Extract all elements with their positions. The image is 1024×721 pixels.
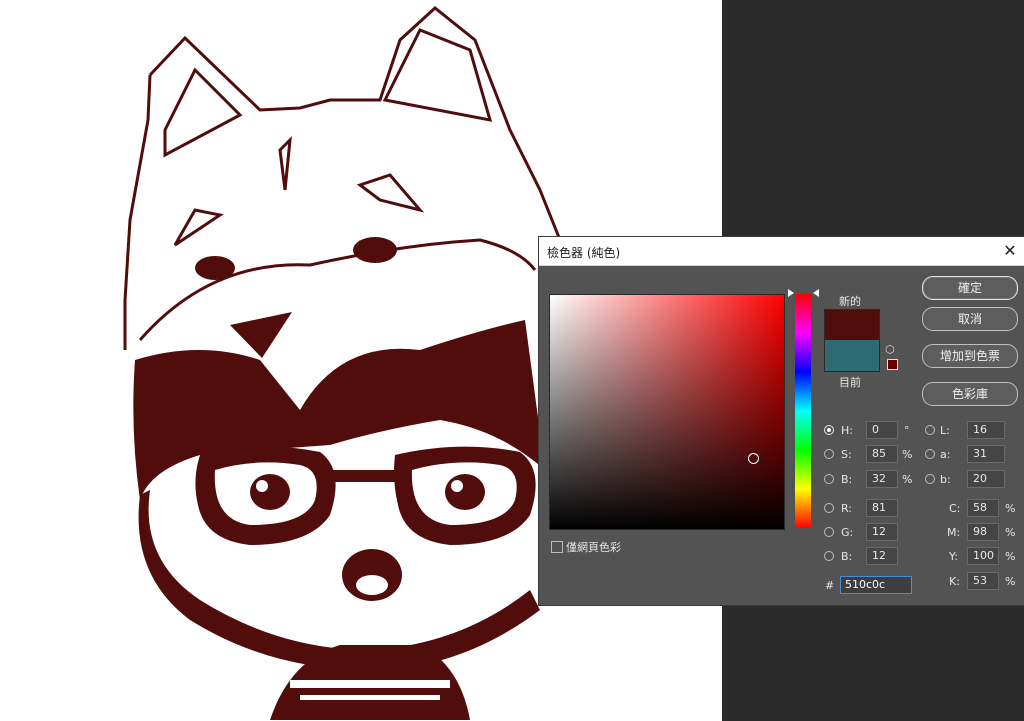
- radio-r[interactable]: [824, 503, 834, 513]
- unit-m: %: [1005, 526, 1016, 539]
- dialog-title: 檢色器 (純色): [547, 246, 621, 260]
- input-y[interactable]: 100: [967, 547, 999, 565]
- label-s: S:: [841, 448, 852, 461]
- label-k: K:: [949, 575, 960, 588]
- cancel-button[interactable]: 取消: [922, 307, 1018, 331]
- radio-h[interactable]: [824, 425, 834, 435]
- hex-input[interactable]: 510c0c: [840, 576, 912, 594]
- radio-b[interactable]: [824, 474, 834, 484]
- dialog-titlebar[interactable]: 檢色器 (純色) ✕: [539, 237, 1024, 266]
- label-m: M:: [947, 526, 961, 539]
- input-b[interactable]: 32: [866, 470, 898, 488]
- input-s[interactable]: 85: [866, 445, 898, 463]
- input-c[interactable]: 58: [967, 499, 999, 517]
- unit-b: %: [902, 473, 913, 486]
- color-field-cursor[interactable]: [748, 453, 759, 464]
- hue-slider[interactable]: [795, 294, 811, 528]
- radio-g[interactable]: [824, 527, 834, 537]
- unit-k: %: [1005, 575, 1016, 588]
- color-field[interactable]: [549, 294, 785, 530]
- radio-lab-b[interactable]: [925, 474, 935, 484]
- current-color-swatch[interactable]: [824, 340, 880, 372]
- unit-s: %: [902, 448, 913, 461]
- label-g: G:: [841, 526, 854, 539]
- input-lab-b[interactable]: 20: [967, 470, 1005, 488]
- web-colors-only-checkbox[interactable]: [551, 541, 563, 553]
- web-safe-swatch[interactable]: [887, 359, 898, 370]
- unit-y: %: [1005, 550, 1016, 563]
- label-r: R:: [841, 502, 853, 515]
- label-a: a:: [940, 448, 951, 461]
- new-color-label: 新的: [839, 295, 861, 308]
- hue-slider-arrow-right[interactable]: [813, 289, 819, 297]
- label-c: C:: [949, 502, 961, 515]
- unit-h: °: [904, 424, 910, 437]
- input-r[interactable]: 81: [866, 499, 898, 517]
- hue-slider-arrow-left[interactable]: [788, 289, 794, 297]
- close-icon[interactable]: ✕: [999, 240, 1021, 262]
- new-color-swatch: [824, 309, 880, 341]
- unit-c: %: [1005, 502, 1016, 515]
- input-l[interactable]: 16: [967, 421, 1005, 439]
- input-blue[interactable]: 12: [866, 547, 898, 565]
- cube-icon[interactable]: ⬡: [885, 343, 895, 356]
- ok-button[interactable]: 確定: [922, 276, 1018, 300]
- label-h: H:: [841, 424, 853, 437]
- label-b: B:: [841, 473, 853, 486]
- label-blue: B:: [841, 550, 853, 563]
- label-l: L:: [940, 424, 950, 437]
- radio-blue[interactable]: [824, 551, 834, 561]
- label-y: Y:: [949, 550, 958, 563]
- input-a[interactable]: 31: [967, 445, 1005, 463]
- color-libraries-button[interactable]: 色彩庫: [922, 382, 1018, 406]
- radio-a[interactable]: [925, 449, 935, 459]
- input-k[interactable]: 53: [967, 572, 999, 590]
- web-colors-only-label: 僅網頁色彩: [566, 541, 621, 554]
- radio-s[interactable]: [824, 449, 834, 459]
- color-picker-dialog: 檢色器 (純色) ✕ 新的 目前 ⬡ 確定 取消 增加到色票 色彩庫 H: 0 …: [538, 236, 1024, 606]
- hex-label: #: [825, 579, 835, 592]
- input-g[interactable]: 12: [866, 523, 898, 541]
- input-h[interactable]: 0: [866, 421, 898, 439]
- add-to-swatches-button[interactable]: 增加到色票: [922, 344, 1018, 368]
- input-m[interactable]: 98: [967, 523, 999, 541]
- radio-l[interactable]: [925, 425, 935, 435]
- current-color-label: 目前: [839, 376, 861, 389]
- label-lab-b: b:: [940, 473, 951, 486]
